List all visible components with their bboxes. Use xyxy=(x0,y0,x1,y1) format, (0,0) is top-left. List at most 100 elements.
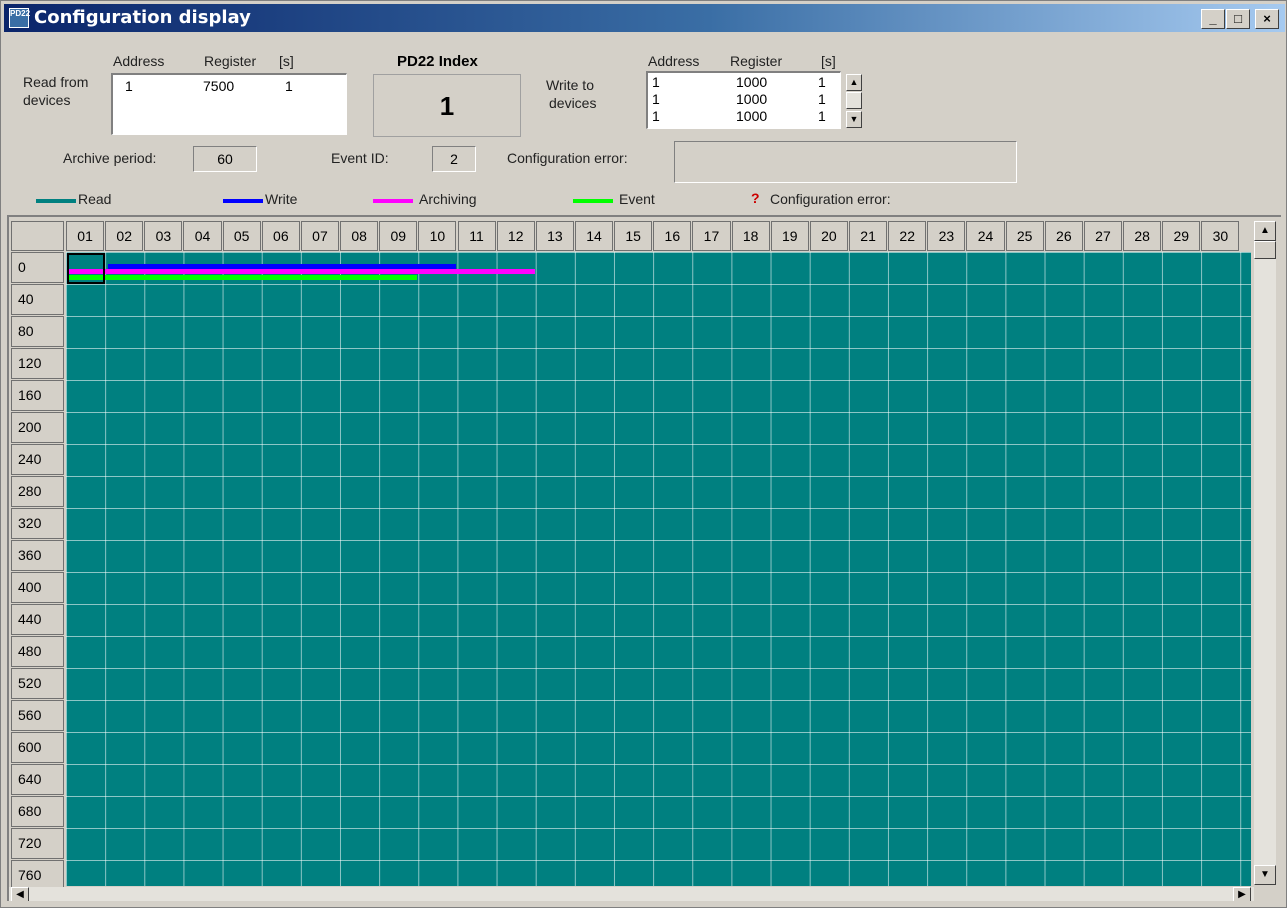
vertical-scrollbar[interactable]: ▲ ▼ xyxy=(1254,221,1276,885)
column-header[interactable]: 23 xyxy=(927,221,966,251)
column-header[interactable]: 09 xyxy=(379,221,418,251)
row-header[interactable]: 120 xyxy=(11,348,64,379)
legend-config-error-label: Configuration error: xyxy=(770,191,891,207)
row-header[interactable]: 600 xyxy=(11,732,64,763)
column-header[interactable]: 11 xyxy=(457,221,496,251)
row-header[interactable]: 200 xyxy=(11,412,64,443)
scroll-thumb[interactable] xyxy=(1254,241,1276,259)
column-header[interactable]: 22 xyxy=(888,221,927,251)
grid-cells[interactable] xyxy=(66,252,1251,886)
column-header[interactable]: 24 xyxy=(966,221,1005,251)
grid-corner xyxy=(11,221,64,251)
title-bar[interactable]: PD22 Configuration display _ □ × xyxy=(4,4,1285,32)
scroll-down-icon[interactable]: ▼ xyxy=(1254,865,1276,885)
close-button[interactable]: × xyxy=(1255,9,1279,29)
write-list[interactable]: 1 1000 1 1 1000 1 1 1000 1 xyxy=(646,71,841,129)
horizontal-scrollbar[interactable]: ◀ ▶ xyxy=(9,887,1254,901)
config-error-label: Configuration error: xyxy=(507,150,628,166)
column-header[interactable]: 02 xyxy=(105,221,144,251)
legend-read-swatch xyxy=(36,199,76,203)
column-header[interactable]: 07 xyxy=(300,221,340,251)
column-header[interactable]: 27 xyxy=(1083,221,1123,251)
event-id-value: 2 xyxy=(432,146,476,172)
app-icon: PD22 xyxy=(9,8,30,28)
schedule-grid[interactable]: 01 02 03 04 05 06 07 08 09 10 11 12 13 14 15 16 17 18 19 20… xyxy=(7,215,1281,901)
legend-event-swatch xyxy=(573,199,613,203)
pd22-index-value: 1 xyxy=(439,91,455,121)
legend-write-swatch xyxy=(223,199,263,203)
column-header[interactable]: 17 xyxy=(692,221,731,251)
row-header[interactable]: 240 xyxy=(11,444,64,475)
write-s-header: [s] xyxy=(821,53,836,69)
archive-period-value: 60 xyxy=(193,146,257,172)
column-header[interactable]: 21 xyxy=(849,221,888,251)
column-header[interactable]: 25 xyxy=(1005,221,1044,251)
column-header[interactable]: 20 xyxy=(809,221,848,251)
row-header[interactable]: 560 xyxy=(11,700,64,731)
column-header[interactable]: 18 xyxy=(731,221,770,251)
row-header[interactable]: 320 xyxy=(11,508,64,539)
row-header[interactable]: 680 xyxy=(11,796,64,827)
configuration-window: PD22 Configuration display _ □ × Address… xyxy=(0,0,1287,908)
row-header[interactable]: 160 xyxy=(11,380,64,411)
write-address-header: Address xyxy=(648,53,700,69)
column-header[interactable]: 10 xyxy=(418,221,457,251)
read-label-line2: devices xyxy=(23,92,71,108)
maximize-button[interactable]: □ xyxy=(1226,9,1250,29)
event-bar xyxy=(69,275,418,280)
row-header[interactable]: 360 xyxy=(11,540,64,571)
write-row-register: 1000 xyxy=(736,108,768,124)
legend-write-label: Write xyxy=(265,191,298,207)
row-header[interactable]: 720 xyxy=(11,828,64,859)
column-header[interactable]: 13 xyxy=(535,221,574,251)
column-header[interactable]: 14 xyxy=(574,221,614,251)
write-scroll-down-button[interactable]: ▼ xyxy=(846,111,862,128)
write-row-s: 1 xyxy=(818,74,826,90)
scroll-up-icon[interactable]: ▲ xyxy=(1254,221,1276,241)
row-header[interactable]: 520 xyxy=(11,668,64,699)
write-scroll-track[interactable] xyxy=(846,92,862,109)
legend-read-label: Read xyxy=(78,191,112,207)
column-header[interactable]: 16 xyxy=(653,221,692,251)
column-header[interactable]: 30 xyxy=(1201,221,1240,251)
minimize-button[interactable]: _ xyxy=(1201,9,1225,29)
column-header[interactable]: 28 xyxy=(1123,221,1162,251)
column-header[interactable]: 15 xyxy=(614,221,653,251)
row-header[interactable]: 480 xyxy=(11,636,64,667)
column-header[interactable]: 29 xyxy=(1162,221,1201,251)
write-scroll-up-button[interactable]: ▲ xyxy=(846,74,862,91)
column-header[interactable]: 06 xyxy=(261,221,300,251)
row-header[interactable]: 280 xyxy=(11,476,64,507)
column-header[interactable]: 26 xyxy=(1044,221,1083,251)
read-list[interactable]: 1 7500 1 xyxy=(111,73,347,135)
row-header[interactable]: 400 xyxy=(11,572,64,603)
write-row-address: 1 xyxy=(652,91,660,107)
write-row-register: 1000 xyxy=(736,74,768,90)
column-header[interactable]: 04 xyxy=(183,221,222,251)
read-register-header: Register xyxy=(204,53,257,69)
row-header[interactable]: 440 xyxy=(11,604,64,635)
pd22-index-title: PD22 Index xyxy=(397,53,478,70)
read-s-header: [s] xyxy=(279,53,294,69)
write-row-address: 1 xyxy=(652,108,660,124)
scroll-left-icon[interactable]: ◀ xyxy=(11,887,29,901)
column-header[interactable]: 01 xyxy=(66,221,105,251)
scroll-right-icon[interactable]: ▶ xyxy=(1233,887,1251,901)
row-header[interactable]: 80 xyxy=(11,316,64,347)
row-header[interactable]: 640 xyxy=(11,764,64,795)
read-address-header: Address xyxy=(113,53,165,69)
column-header[interactable]: 05 xyxy=(222,221,261,251)
row-header[interactable]: 0 xyxy=(11,252,64,283)
selected-cell[interactable] xyxy=(67,253,105,284)
column-header[interactable]: 03 xyxy=(144,221,183,251)
column-header[interactable]: 12 xyxy=(496,221,535,251)
read-label-line1: Read from xyxy=(23,74,89,90)
column-header[interactable]: 08 xyxy=(340,221,379,251)
window-title: Configuration display xyxy=(34,7,251,28)
legend-event-label: Event xyxy=(619,191,655,207)
read-row-address: 1 xyxy=(125,78,133,94)
legend-archiving-swatch xyxy=(373,199,413,203)
column-header[interactable]: 19 xyxy=(770,221,809,251)
row-header[interactable]: 40 xyxy=(11,284,64,315)
write-row-s: 1 xyxy=(818,108,826,124)
